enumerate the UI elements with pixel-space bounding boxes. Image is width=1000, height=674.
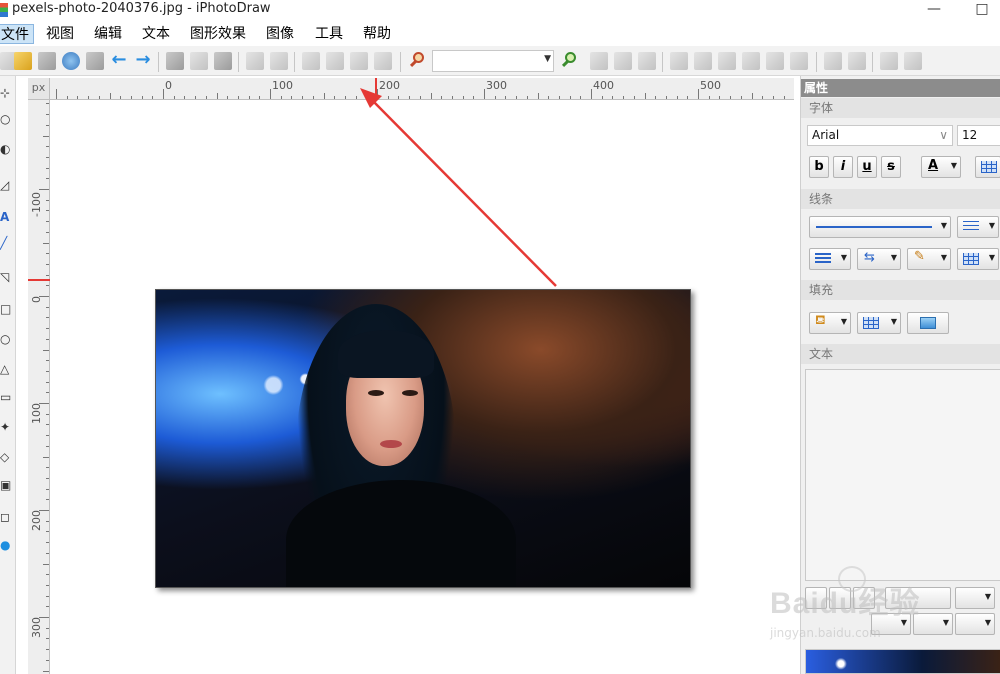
baidu-watermark: Baidu经验 jingyan.baidu.com: [762, 566, 952, 646]
italic-button[interactable]: i: [833, 156, 853, 178]
fill-pattern-select[interactable]: ▼: [857, 312, 901, 334]
dash-icon: [963, 221, 979, 233]
strikethrough-button[interactable]: s: [881, 156, 901, 178]
chevron-down-icon: ▼: [988, 221, 995, 230]
font-color-button[interactable]: A ▼: [921, 156, 961, 178]
chevron-down-icon: ▼: [950, 161, 957, 170]
line-color-select[interactable]: ✎ ▼: [907, 248, 951, 270]
border-select[interactable]: ▼: [957, 248, 999, 270]
fill-image-button[interactable]: [907, 312, 949, 334]
chevron-down-icon: ▼: [940, 253, 947, 262]
line-style-preview: [816, 226, 932, 228]
chevron-down-icon: ▼: [890, 253, 897, 262]
font-size-field[interactable]: 12: [957, 125, 1000, 146]
image-thumbnail[interactable]: [805, 649, 1000, 674]
text-content-area[interactable]: [805, 369, 1000, 581]
numbered-list-select[interactable]: ▼: [955, 613, 995, 635]
line-width-icon: [815, 253, 831, 265]
line-style-select[interactable]: ▼: [809, 216, 951, 238]
chevron-down-icon: ∨: [939, 128, 948, 142]
text-section-label: 文本: [801, 344, 1000, 364]
arrow-style-icon: ⇆: [864, 250, 875, 265]
border-grid-icon: [963, 253, 979, 265]
grid-icon: [981, 161, 997, 173]
pattern-grid-icon: [863, 317, 879, 329]
font-color-letter: A: [928, 158, 939, 173]
arrow-style-select[interactable]: ⇆ ▼: [857, 248, 901, 270]
paint-bucket-icon: ⛾: [815, 313, 826, 328]
line-width-select[interactable]: ▼: [809, 248, 851, 270]
watermark-brand: Baidu经验: [770, 587, 921, 620]
table-button[interactable]: [975, 156, 1000, 178]
chevron-down-icon: ▼: [984, 592, 991, 601]
underline-button[interactable]: u: [857, 156, 877, 178]
chevron-down-icon: ▼: [840, 317, 847, 326]
fill-section-label: 填充: [801, 280, 1000, 300]
font-name-value: Arial: [812, 128, 840, 142]
chevron-down-icon: ▼: [940, 221, 947, 230]
chevron-down-icon: ▼: [840, 253, 847, 262]
picture-icon: [920, 317, 936, 329]
dash-style-select[interactable]: ▼: [957, 216, 999, 238]
properties-header: 属性: [801, 79, 1000, 97]
chevron-down-icon: ▼: [988, 253, 995, 262]
line-section-label: 线条: [801, 189, 1000, 209]
text-box-select[interactable]: ▼: [955, 587, 995, 609]
bold-button[interactable]: b: [809, 156, 829, 178]
fill-color-select[interactable]: ⛾ ▼: [809, 312, 851, 334]
pen-icon: ✎: [914, 249, 925, 264]
chevron-down-icon: ▼: [890, 317, 897, 326]
font-section-label: 字体: [801, 98, 1000, 118]
font-name-select[interactable]: Arial ∨: [807, 125, 953, 146]
watermark-url: jingyan.baidu.com: [770, 626, 881, 640]
chevron-down-icon: ▼: [984, 618, 991, 627]
